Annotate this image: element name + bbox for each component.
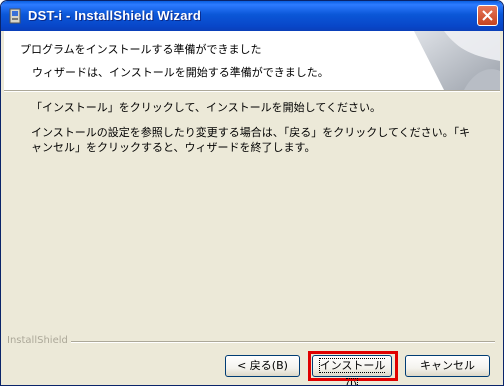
- header-graphic: [414, 31, 500, 90]
- install-button-label: インストール(I): [318, 358, 386, 385]
- install-button[interactable]: インストール(I): [312, 355, 392, 385]
- header-title: プログラムをインストールする準備ができました: [20, 43, 262, 56]
- wizard-header: プログラムをインストールする準備ができました ウィザードは、インストールを開始す…: [4, 31, 500, 90]
- close-icon: [482, 10, 493, 21]
- close-button[interactable]: [477, 5, 498, 26]
- installshield-label: InstallShield: [7, 335, 68, 346]
- footer-separator: [71, 341, 495, 343]
- title-bar[interactable]: DST-i - InstallShield Wizard: [1, 1, 503, 31]
- instruction-text: 「インストール」をクリックして、インストールを開始してください。: [31, 101, 382, 114]
- cancel-button[interactable]: キャンセル: [405, 355, 490, 377]
- installer-window: DST-i - InstallShield Wizard プログラムをインストー…: [0, 0, 504, 386]
- info-text: インストールの設定を参照したり変更する場合は、「戻る」をクリックしてください。「…: [31, 126, 471, 154]
- installer-icon: [7, 8, 23, 24]
- back-button[interactable]: < 戻る(B): [225, 355, 300, 377]
- header-separator: [4, 90, 500, 92]
- header-subtitle: ウィザードは、インストールを開始する準備ができました。: [32, 66, 329, 79]
- window-title: DST-i - InstallShield Wizard: [28, 8, 202, 23]
